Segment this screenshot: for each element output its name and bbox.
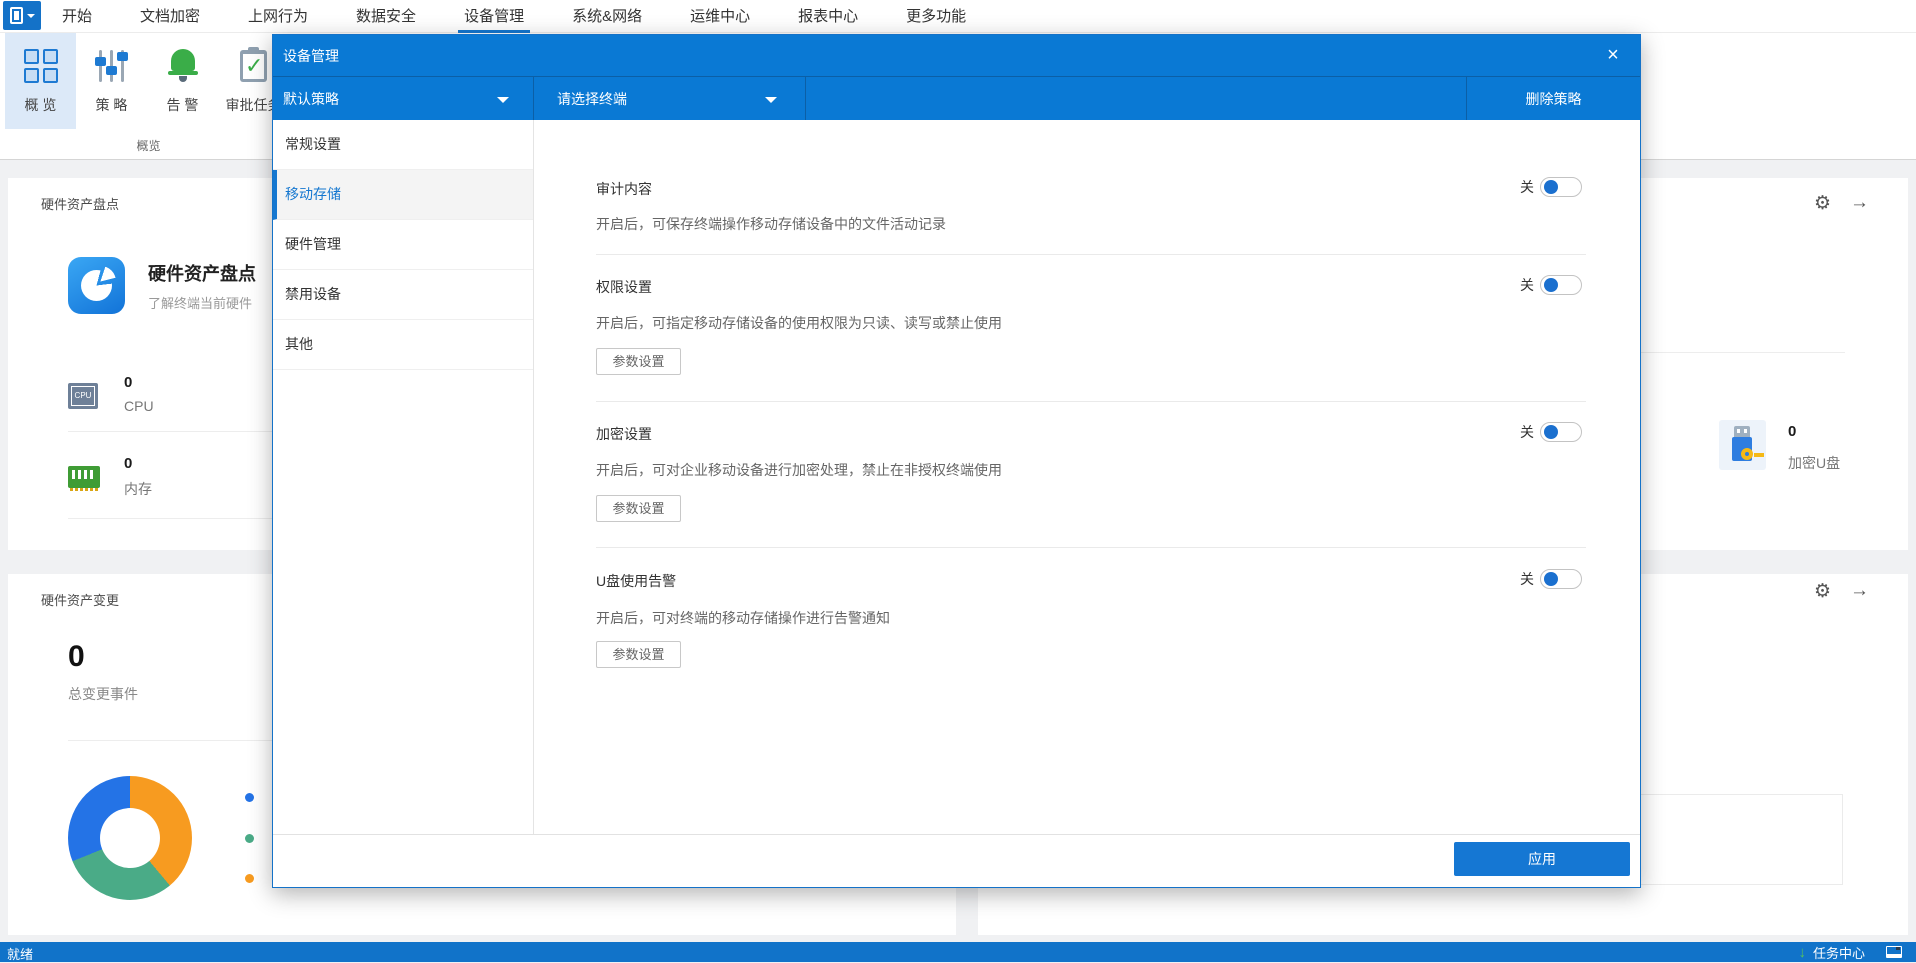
- section-title-audit: 审计内容: [596, 181, 652, 197]
- monitor-icon[interactable]: [1886, 946, 1902, 958]
- menu-item-doc-encryption[interactable]: 文档加密: [140, 0, 200, 33]
- encrypted-usb-label: 加密U盘: [1788, 455, 1841, 471]
- legend-dot-green: [245, 834, 254, 843]
- dialog-title: 设备管理: [283, 47, 339, 64]
- dialog-titlebar: 设备管理 ×: [273, 35, 1640, 76]
- section-desc: 开启后，可对企业移动设备进行加密处理，禁止在非授权终端使用: [596, 462, 1002, 478]
- bell-icon: [167, 47, 199, 85]
- toggle-state-label: 关: [1520, 179, 1534, 195]
- section-title-encryption: 加密设置: [596, 426, 652, 442]
- ribbon-button-label: 告 警: [166, 97, 199, 113]
- ribbon-button-label: 概 览: [24, 97, 57, 113]
- toggle-state-label: 关: [1520, 277, 1534, 293]
- status-ready-label: 就绪: [7, 947, 34, 962]
- ribbon-group-label: 概览: [136, 139, 161, 153]
- menu-item-start[interactable]: 开始: [62, 0, 92, 33]
- card-title: 硬件资产变更: [41, 593, 120, 608]
- sidebar-item-removable-storage[interactable]: 移动存储: [273, 170, 533, 220]
- total-changes-value: 0: [68, 640, 85, 673]
- ram-count: 0: [124, 455, 133, 472]
- section-desc: 开启后，可指定移动存储设备的使用权限为只读、读写或禁止使用: [596, 315, 1002, 331]
- menu-item-system-network[interactable]: 系统&网络: [572, 0, 642, 33]
- legend-dot-orange: [245, 874, 254, 883]
- pie-chart-app-icon: [68, 257, 125, 314]
- sidebar-item-general-settings[interactable]: 常规设置: [273, 120, 533, 170]
- arrow-right-icon[interactable]: →: [1850, 581, 1869, 600]
- delete-policy-button[interactable]: 删除策略: [1466, 77, 1640, 120]
- encryption-param-settings-button[interactable]: 参数设置: [596, 495, 681, 522]
- cpu-label: CPU: [124, 398, 154, 414]
- download-arrow-icon: ↓: [1798, 943, 1806, 961]
- gear-icon[interactable]: ⚙: [1814, 582, 1831, 601]
- chevron-down-icon: [26, 13, 35, 18]
- apply-button[interactable]: 应用: [1454, 842, 1630, 876]
- app-logo-icon: [9, 7, 23, 24]
- task-center-link[interactable]: 任务中心: [1813, 943, 1865, 962]
- toggle-state-label: 关: [1520, 424, 1534, 440]
- sidebar-item-disabled-devices[interactable]: 禁用设备: [273, 270, 533, 320]
- section-title-permissions: 权限设置: [596, 279, 652, 295]
- dialog-sidebar: 常规设置 移动存储 硬件管理 禁用设备 其他: [273, 120, 534, 836]
- ribbon-button-alert[interactable]: 告 警: [147, 33, 218, 129]
- cpu-icon: [68, 383, 98, 409]
- ram-icon: [68, 466, 100, 491]
- sidebar-item-other[interactable]: 其他: [273, 320, 533, 370]
- policy-dropdown-value: 默认策略: [283, 90, 339, 107]
- app-menu-button[interactable]: [3, 1, 41, 30]
- ribbon-button-overview[interactable]: 概 览: [5, 33, 76, 129]
- encryption-toggle[interactable]: [1540, 422, 1582, 442]
- card-title: 硬件资产盘点: [41, 197, 120, 212]
- device-management-dialog: 设备管理 × 默认策略 请选择终端 删除策略 常规设置 移动存储 硬件管理 禁用…: [272, 34, 1641, 888]
- section-desc: 开启后，可对终端的移动存储操作进行告警通知: [596, 610, 890, 626]
- chevron-down-icon: [765, 97, 777, 103]
- dialog-toolbar: 默认策略 请选择终端 删除策略: [273, 76, 1640, 120]
- menu-item-web-behavior[interactable]: 上网行为: [248, 0, 308, 33]
- ram-label: 内存: [124, 481, 152, 497]
- card-subheading: 了解终端当前硬件: [148, 296, 253, 311]
- legend-dot-blue: [245, 793, 254, 802]
- audit-toggle[interactable]: [1540, 177, 1582, 197]
- menu-item-data-security[interactable]: 数据安全: [356, 0, 416, 33]
- ribbon-button-policy[interactable]: 策 略: [76, 33, 147, 129]
- encrypted-usb-count: 0: [1788, 423, 1797, 440]
- usb-alert-param-settings-button[interactable]: 参数设置: [596, 641, 681, 668]
- usb-key-icon: [1719, 420, 1766, 470]
- main-menu: 开始 文档加密 上网行为 数据安全 设备管理 系统&网络 运维中心 报表中心 更…: [62, 0, 966, 33]
- usb-alert-toggle[interactable]: [1540, 569, 1582, 589]
- menu-item-ops-center[interactable]: 运维中心: [690, 0, 750, 33]
- total-changes-label: 总变更事件: [68, 686, 138, 702]
- card-heading: 硬件资产盘点: [148, 264, 256, 284]
- policy-dropdown[interactable]: 默认策略: [273, 77, 534, 120]
- changes-donut-chart: [68, 776, 192, 900]
- permissions-param-settings-button[interactable]: 参数设置: [596, 348, 681, 375]
- ribbon-button-label: 策 略: [95, 97, 128, 113]
- section-desc: 开启后，可保存终端操作移动存储设备中的文件活动记录: [596, 216, 946, 232]
- close-icon[interactable]: ×: [1602, 44, 1624, 66]
- terminal-dropdown-placeholder: 请选择终端: [557, 90, 627, 107]
- sliders-icon: [94, 48, 129, 84]
- clipboard-check-icon: ✓: [240, 47, 267, 82]
- gear-icon[interactable]: ⚙: [1814, 194, 1831, 213]
- status-bar: 就绪 ↓ 任务中心: [0, 942, 1916, 962]
- terminal-dropdown[interactable]: 请选择终端: [534, 77, 806, 120]
- menu-item-more-features[interactable]: 更多功能: [906, 0, 966, 33]
- permissions-toggle[interactable]: [1540, 275, 1582, 295]
- dialog-content: 审计内容 关 开启后，可保存终端操作移动存储设备中的文件活动记录 权限设置 关 …: [534, 120, 1640, 836]
- arrow-right-icon[interactable]: →: [1850, 193, 1869, 212]
- chevron-down-icon: [497, 97, 509, 103]
- menu-item-device-management[interactable]: 设备管理: [458, 0, 531, 33]
- menu-item-report-center[interactable]: 报表中心: [798, 0, 858, 33]
- cpu-count: 0: [124, 374, 133, 391]
- section-title-usb-alert: U盘使用告警: [596, 573, 677, 589]
- dialog-footer: 应用: [273, 834, 1640, 887]
- sidebar-item-hardware-management[interactable]: 硬件管理: [273, 220, 533, 270]
- toggle-state-label: 关: [1520, 571, 1534, 587]
- menu-bar: 开始 文档加密 上网行为 数据安全 设备管理 系统&网络 运维中心 报表中心 更…: [0, 0, 1916, 33]
- grid-icon: [23, 49, 58, 83]
